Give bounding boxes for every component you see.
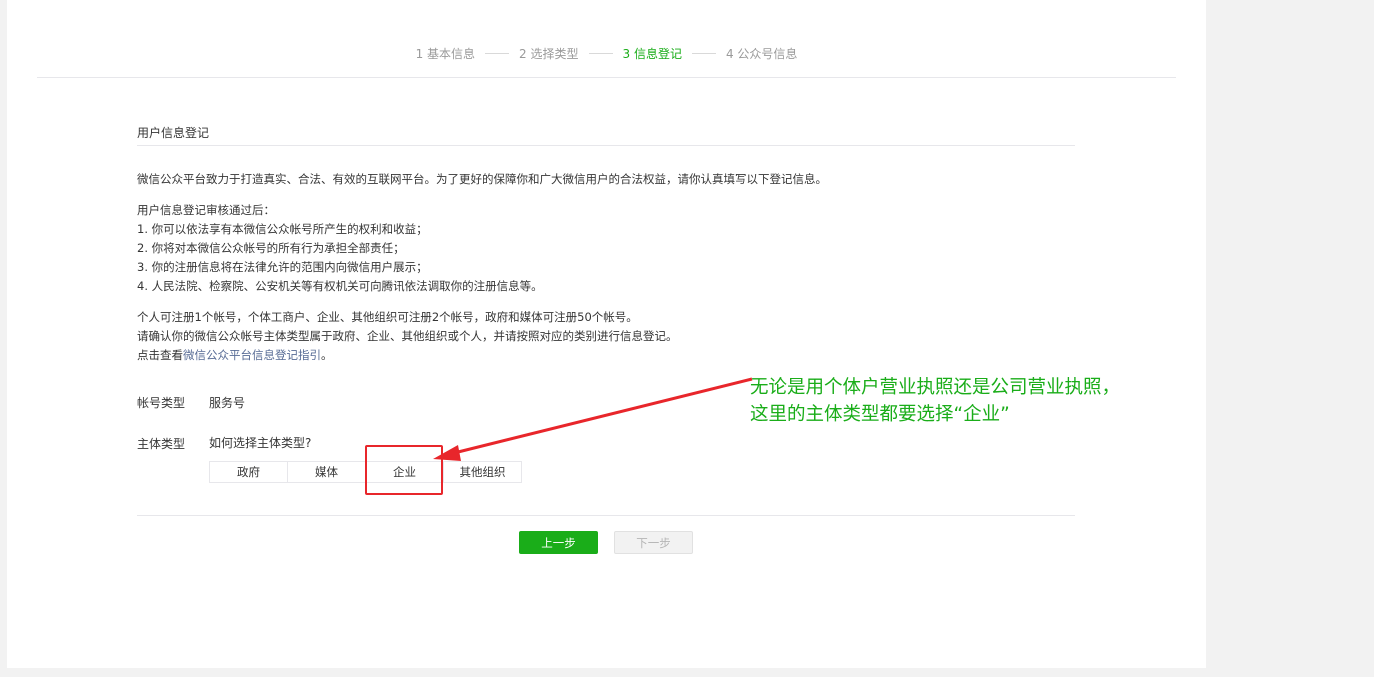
annotation-note: 无论是用个体户营业执照还是公司营业执照， 这里的主体类型都要选择“企业” bbox=[750, 374, 1120, 428]
annotation-line: 这里的主体类型都要选择“企业” bbox=[750, 404, 1010, 425]
arrow-shaft bbox=[445, 377, 753, 457]
annotation-arrow bbox=[433, 377, 753, 461]
annotation-line: 无论是用个体户营业执照还是公司营业执照， bbox=[750, 377, 1121, 398]
arrow-head bbox=[433, 445, 461, 461]
